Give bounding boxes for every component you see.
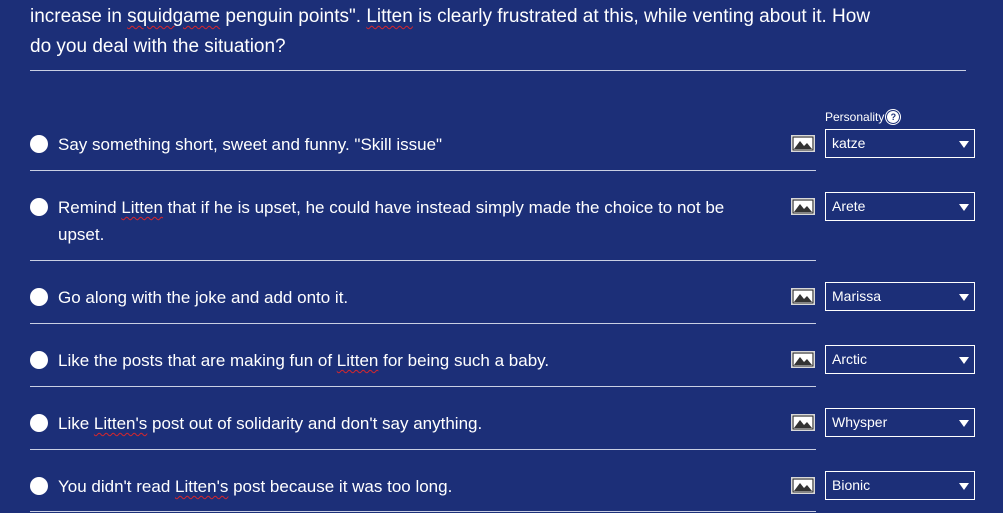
answer-radio[interactable] xyxy=(30,135,48,153)
answer-text: Remind Litten that if he is upset, he co… xyxy=(58,194,770,248)
personality-select[interactable]: Whysper xyxy=(825,408,975,437)
answer-text-segment: post out of solidarity and don't say any… xyxy=(147,414,483,433)
image-icon[interactable] xyxy=(791,414,815,431)
chevron-down-icon xyxy=(959,483,969,490)
answer-text-segment: Litten xyxy=(336,351,379,370)
answer-radio[interactable] xyxy=(30,414,48,432)
quiz-page: increase in squidgame penguin points". L… xyxy=(0,0,1003,513)
option-divider xyxy=(30,170,816,171)
chevron-down-icon xyxy=(959,357,969,364)
answer-text-segment: for being such a baby. xyxy=(378,351,550,370)
option-divider xyxy=(30,386,816,387)
personality-select[interactable]: Marissa xyxy=(825,282,975,311)
answer-radio[interactable] xyxy=(30,288,48,306)
chevron-down-icon xyxy=(959,420,969,427)
personality-select-value: katze xyxy=(832,135,866,151)
chevron-down-icon xyxy=(959,294,969,301)
personality-select-value: Bionic xyxy=(832,477,871,493)
answer-text: You didn't read Litten's post because it… xyxy=(58,473,770,500)
answer-text: Go along with the joke and add onto it. xyxy=(58,284,770,311)
personality-label: Personality xyxy=(825,110,885,124)
question-text-segment: increase in xyxy=(30,6,128,27)
answer-text-segment: Go along with the joke and add onto it. xyxy=(58,288,349,307)
question-text-segment: is clearly frustrated at this, while ven… xyxy=(412,6,871,27)
answer-text: Like the posts that are making fun of Li… xyxy=(58,347,770,374)
answer-text: Say something short, sweet and funny. "S… xyxy=(58,131,770,158)
personality-select-value: Arctic xyxy=(832,351,867,367)
question-circle-icon[interactable]: ? xyxy=(887,111,900,123)
answer-radio[interactable] xyxy=(30,351,48,369)
chevron-down-icon xyxy=(959,204,969,211)
answer-radio[interactable] xyxy=(30,198,48,216)
question-text-segment: squidgame xyxy=(127,6,221,27)
answer-text-segment: Litten xyxy=(121,198,163,217)
answer-text-segment: Litten's xyxy=(175,477,229,496)
personality-select-value: Whysper xyxy=(832,414,888,430)
personality-select[interactable]: katze xyxy=(825,129,975,158)
question-text-segment: penguin points". xyxy=(220,6,367,27)
personality-select[interactable]: Bionic xyxy=(825,471,975,500)
answer-text-segment: post because it was too long. xyxy=(228,477,453,496)
answer-text-segment: Like xyxy=(58,414,94,433)
image-icon[interactable] xyxy=(791,198,815,215)
question-text-segment: do you deal with the situation? xyxy=(30,36,286,57)
answer-radio[interactable] xyxy=(30,477,48,495)
option-divider xyxy=(30,449,816,450)
personality-select-value: Marissa xyxy=(832,288,882,304)
image-icon[interactable] xyxy=(791,288,815,305)
option-divider xyxy=(30,323,816,324)
question-text-segment: Litten xyxy=(366,6,413,27)
answer-text-segment: Say something short, sweet and funny. "S… xyxy=(58,135,443,154)
answer-text-segment: Like the posts that are making fun of xyxy=(58,351,337,370)
image-icon[interactable] xyxy=(791,135,815,152)
personality-select[interactable]: Arete xyxy=(825,192,975,221)
personality-select[interactable]: Arctic xyxy=(825,345,975,374)
answer-text-segment: Remind xyxy=(58,198,122,217)
personality-select-value: Arete xyxy=(832,198,866,214)
answer-text: Like Litten's post out of solidarity and… xyxy=(58,410,770,437)
image-icon[interactable] xyxy=(791,477,815,494)
option-divider xyxy=(30,511,816,512)
personality-header: Personality ? xyxy=(825,109,900,125)
image-icon[interactable] xyxy=(791,351,815,368)
option-divider xyxy=(30,260,816,261)
answer-text-segment: You didn't read xyxy=(58,477,175,496)
chevron-down-icon xyxy=(959,141,969,148)
question-text: increase in squidgame penguin points". L… xyxy=(30,2,965,62)
answer-text-segment: Litten's xyxy=(93,414,148,433)
question-divider xyxy=(30,70,966,71)
